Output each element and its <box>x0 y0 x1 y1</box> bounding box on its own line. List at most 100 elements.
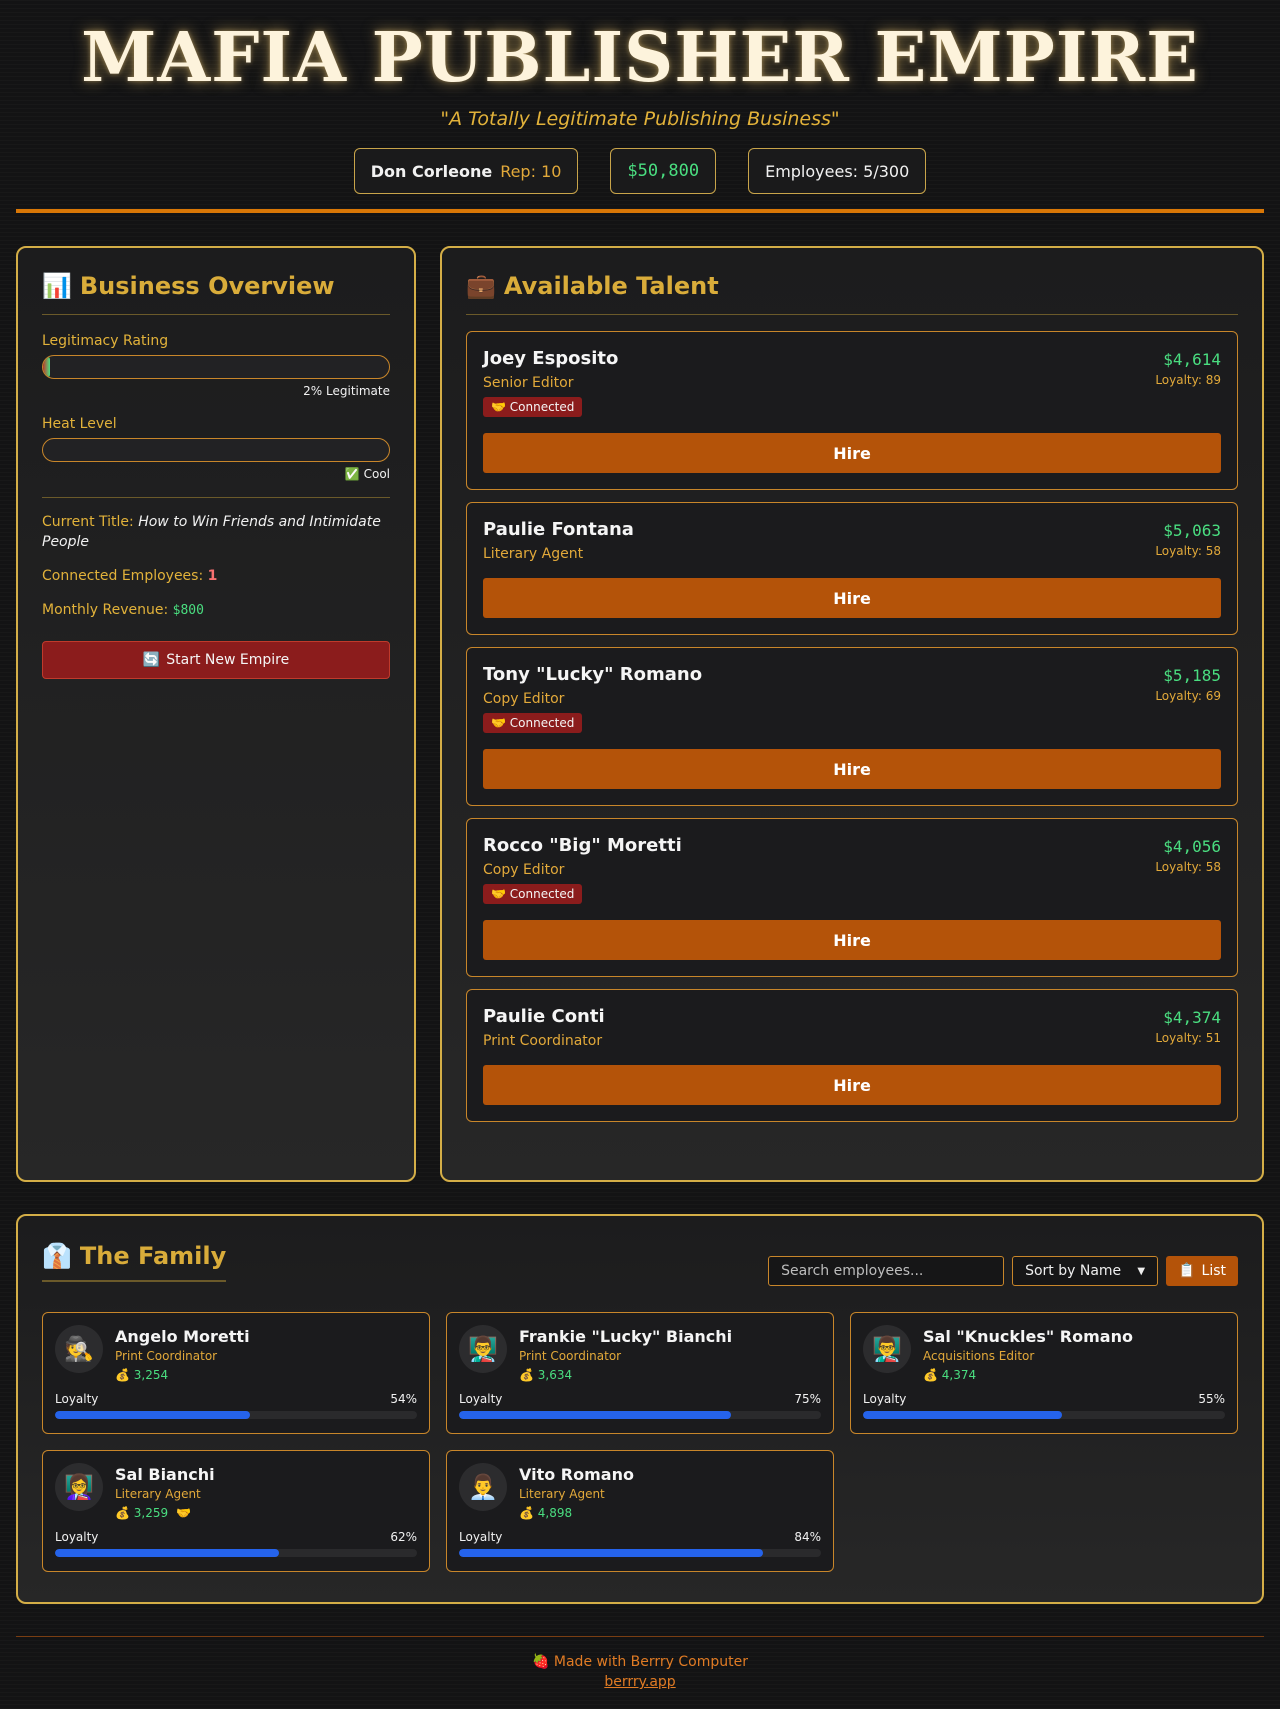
employee-money-value: 💰 3,634 <box>519 1368 573 1382</box>
talent-meta: $4,374 Loyalty: 51 <box>1155 1008 1221 1045</box>
employee-card[interactable]: 🕵️ Angelo Moretti Print Coordinator 💰 3,… <box>42 1312 430 1434</box>
footer-divider <box>16 1636 1264 1637</box>
talent-meta: $4,614 Loyalty: 89 <box>1155 350 1221 387</box>
page-header: MAFIA PUBLISHER EMPIRE "A Totally Legiti… <box>0 0 1280 194</box>
legitimacy-caption: 2% Legitimate <box>303 384 390 398</box>
employee-card-top: 🕵️ Angelo Moretti Print Coordinator 💰 3,… <box>55 1325 417 1382</box>
employee-money-value: 💰 4,374 <box>923 1368 977 1382</box>
overview-divider <box>42 497 390 498</box>
loyalty-percent: 54% <box>390 1392 417 1406</box>
employee-card[interactable]: 👨‍💼 Vito Romano Literary Agent 💰 4,898 L… <box>446 1450 834 1572</box>
employee-money: 💰 3,254 <box>115 1368 250 1382</box>
talent-role: Print Coordinator <box>483 1033 603 1049</box>
loyalty-label: Loyalty <box>459 1530 503 1544</box>
loyalty-bar-fill <box>459 1411 731 1419</box>
family-heading-text: The Family <box>79 1242 227 1270</box>
teacher-avatar-icon: 👨‍🏫 <box>459 1325 507 1373</box>
business-overview-panel: 📊 Business Overview Legitimacy Rating 2%… <box>16 246 416 1182</box>
loyalty-label: Loyalty <box>55 1530 99 1544</box>
list-view-button[interactable]: 📋 List <box>1166 1256 1238 1286</box>
loyalty-row: Loyalty 54% <box>55 1392 417 1406</box>
loyalty-row: Loyalty 62% <box>55 1530 417 1544</box>
employee-card[interactable]: 👨‍🏫 Frankie "Lucky" Bianchi Print Coordi… <box>446 1312 834 1434</box>
employees-stat: Employees: 5/300 <box>748 148 927 194</box>
talent-price: $4,614 <box>1163 350 1221 369</box>
rep-value: Rep: 10 <box>500 161 562 181</box>
heat-label: Heat Level <box>42 416 117 432</box>
employee-money: 💰 3,259 🤝 <box>115 1506 215 1520</box>
available-talent-panel: 💼 Available Talent Joey Esposito Senior … <box>440 246 1264 1182</box>
loyalty-percent: 84% <box>794 1530 821 1544</box>
hire-button[interactable]: Hire <box>483 578 1221 618</box>
family-header: 👔 The Family Sort by Name ▼ 📋 List <box>42 1242 1238 1286</box>
loyalty-bar-fill <box>459 1549 764 1557</box>
employee-card[interactable]: 👨‍🏫 Sal "Knuckles" Romano Acquisitions E… <box>850 1312 1238 1434</box>
employee-info: Sal "Knuckles" Romano Acquisitions Edito… <box>923 1325 1133 1382</box>
talent-meta: $5,063 Loyalty: 58 <box>1155 521 1221 558</box>
page-title: MAFIA PUBLISHER EMPIRE <box>81 18 1199 98</box>
employee-info: Angelo Moretti Print Coordinator 💰 3,254 <box>115 1325 250 1382</box>
employee-name: Vito Romano <box>519 1465 634 1484</box>
berrry-link[interactable]: berrry.app <box>0 1674 1280 1690</box>
loyalty-label: Loyalty <box>55 1392 99 1406</box>
loyalty-bar-fill <box>863 1411 1063 1419</box>
employee-money-value: 💰 3,254 <box>115 1368 169 1382</box>
loyalty-bar <box>55 1411 417 1419</box>
employee-card-top: 👩‍🏫 Sal Bianchi Literary Agent 💰 3,259 🤝 <box>55 1463 417 1520</box>
employee-info: Sal Bianchi Literary Agent 💰 3,259 🤝 <box>115 1463 215 1520</box>
loyalty-bar-fill <box>55 1549 280 1557</box>
talent-name: Tony "Lucky" Romano <box>483 664 703 685</box>
loyalty-bar-fill <box>55 1411 251 1419</box>
heat-bar <box>42 438 390 462</box>
talent-price: $5,185 <box>1163 666 1221 685</box>
talent-meta: $4,056 Loyalty: 58 <box>1155 837 1221 874</box>
talent-card: Tony "Lucky" Romano Copy Editor 🤝 Connec… <box>466 647 1238 806</box>
employee-name: Sal Bianchi <box>115 1465 215 1484</box>
hire-button[interactable]: Hire <box>483 749 1221 789</box>
employee-money: 💰 3,634 <box>519 1368 732 1382</box>
employee-name: Frankie "Lucky" Bianchi <box>519 1327 733 1346</box>
hire-button[interactable]: Hire <box>483 1065 1221 1105</box>
refresh-icon: 🔄 <box>142 652 161 668</box>
talent-loyalty: Loyalty: 58 <box>1155 544 1221 558</box>
employee-name: Angelo Moretti <box>115 1327 250 1346</box>
employee-role: Print Coordinator <box>115 1349 218 1363</box>
connected-badge: 🤝 Connected <box>483 884 583 904</box>
hire-button[interactable]: Hire <box>483 920 1221 960</box>
handshake-icon: 🤝 <box>176 1506 192 1520</box>
chevron-down-icon: ▼ <box>1137 1265 1146 1277</box>
loyalty-percent: 62% <box>390 1530 417 1544</box>
family-controls: Sort by Name ▼ 📋 List <box>768 1256 1238 1286</box>
start-new-empire-button[interactable]: 🔄 Start New Empire <box>42 641 390 679</box>
necktie-icon: 👔 <box>42 1242 72 1270</box>
cash-stat: $50,800 <box>610 148 717 194</box>
footer: 🍓 Made with Berrry Computer berrry.app <box>0 1654 1280 1690</box>
employee-money: 💰 4,374 <box>923 1368 1133 1382</box>
boss-name: Don Corleone <box>370 161 493 181</box>
clipboard-icon: 📋 <box>1178 1263 1196 1279</box>
teacher-avatar-icon: 👨‍🏫 <box>863 1325 911 1373</box>
employee-money-value: 💰 3,259 <box>115 1506 169 1520</box>
employee-card-top: 👨‍🏫 Frankie "Lucky" Bianchi Print Coordi… <box>459 1325 821 1382</box>
start-new-empire-label: Start New Empire <box>166 652 290 668</box>
talent-price: $5,063 <box>1163 521 1221 540</box>
sort-select-value: Sort by Name <box>1025 1263 1122 1279</box>
boss-stat: Don Corleone Rep: 10 <box>353 148 579 194</box>
talent-card: Paulie Fontana Literary Agent $5,063 Loy… <box>466 502 1238 635</box>
connected-employees-line: Connected Employees: 1 <box>42 566 390 586</box>
legitimacy-label: Legitimacy Rating <box>42 333 169 349</box>
talent-card: Paulie Conti Print Coordinator $4,374 Lo… <box>466 989 1238 1122</box>
family-heading: 👔 The Family <box>42 1242 227 1282</box>
talent-card: Joey Esposito Senior Editor 🤝 Connected … <box>466 331 1238 490</box>
talent-price: $4,056 <box>1163 837 1221 856</box>
sort-select[interactable]: Sort by Name ▼ <box>1012 1256 1159 1286</box>
talent-meta: $5,185 Loyalty: 69 <box>1155 666 1221 703</box>
hire-button[interactable]: Hire <box>483 433 1221 473</box>
talent-loyalty: Loyalty: 89 <box>1155 373 1221 387</box>
loyalty-label: Loyalty <box>863 1392 907 1406</box>
employee-money: 💰 4,898 <box>519 1506 634 1520</box>
employee-card[interactable]: 👩‍🏫 Sal Bianchi Literary Agent 💰 3,259 🤝 … <box>42 1450 430 1572</box>
page-subtitle: "A Totally Legitimate Publishing Busines… <box>440 108 840 130</box>
search-employees-input[interactable] <box>768 1256 1005 1286</box>
heat-caption: ✅ Cool <box>344 467 390 481</box>
